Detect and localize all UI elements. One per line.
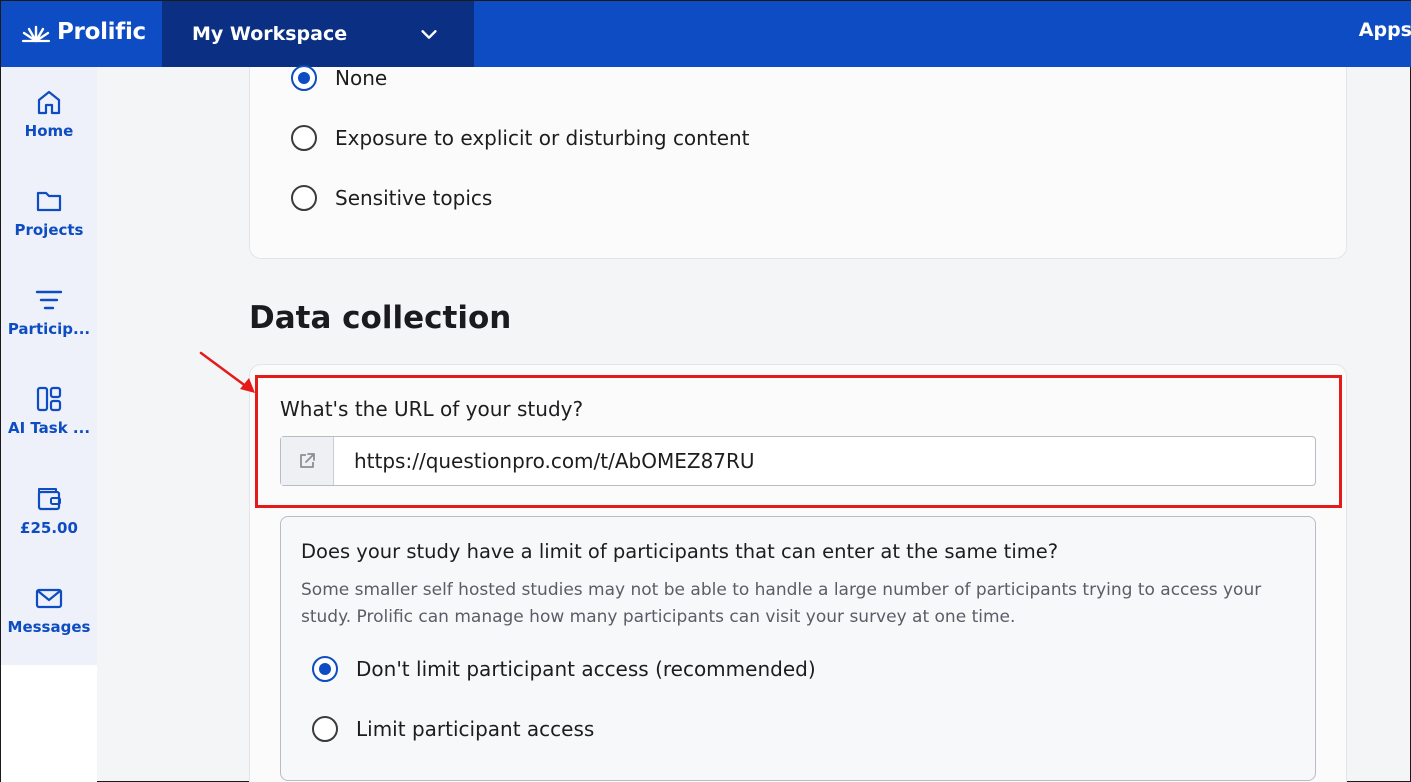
sidebar-item-balance[interactable]: £25.00 <box>1 484 97 574</box>
home-icon <box>37 90 61 115</box>
logo-text: Prolific <box>57 19 146 45</box>
sidebar-item-label: Particip... <box>7 320 91 338</box>
radio-button[interactable] <box>291 125 317 151</box>
prolific-logo[interactable]: Prolific <box>21 17 146 47</box>
apps-menu[interactable]: Apps <box>1359 19 1411 41</box>
workspace-label: My Workspace <box>192 23 348 45</box>
prolific-logo-icon <box>21 25 51 43</box>
sidebar-item-label: AI Task ... <box>7 419 91 437</box>
participant-limit-question: Does your study have a limit of particip… <box>301 540 1059 563</box>
radio-label: None <box>335 66 388 90</box>
layout-icon <box>36 386 62 412</box>
chevron-down-icon <box>421 30 437 39</box>
study-url-label: What's the URL of your study? <box>280 397 584 421</box>
workspace-selector[interactable]: My Workspace <box>162 1 474 67</box>
sidebar-item-participants[interactable]: Particip... <box>1 285 97 375</box>
sidebar-item-label: Projects <box>14 221 84 239</box>
sidebar-item-label: Messages <box>7 618 91 636</box>
sidebar-item-messages[interactable]: Messages <box>1 583 97 673</box>
radio-label: Sensitive topics <box>335 186 493 210</box>
radio-label: Don't limit participant access (recommen… <box>356 657 816 681</box>
sidebar-item-home[interactable]: Home <box>1 87 97 177</box>
content-warning-card <box>249 67 1347 259</box>
folder-icon <box>36 191 62 212</box>
annotation-arrow-icon <box>199 351 255 393</box>
sidebar-item-projects[interactable]: Projects <box>1 186 97 276</box>
wallet-icon <box>37 488 61 511</box>
sidebar-empty-area <box>1 665 97 782</box>
radio-option-no-limit[interactable]: Don't limit participant access (recommen… <box>312 656 816 682</box>
radio-option-explicit-content[interactable]: Exposure to explicit or disturbing conte… <box>291 125 750 151</box>
radio-option-limit[interactable]: Limit participant access <box>312 716 594 742</box>
radio-label: Limit participant access <box>356 717 595 741</box>
filter-icon <box>35 290 63 310</box>
sidebar-item-label: £25.00 <box>20 519 78 537</box>
top-bar: Prolific My Workspace Apps <box>1 1 1411 67</box>
sidebar-item-label: Home <box>24 122 74 140</box>
external-link-icon <box>300 453 315 468</box>
sidebar-item-ai-task[interactable]: AI Task ... <box>1 384 97 474</box>
study-url-field <box>280 436 1316 486</box>
participant-limit-description: Some smaller self hosted studies may not… <box>301 580 1262 627</box>
radio-option-sensitive-topics[interactable]: Sensitive topics <box>291 185 492 211</box>
radio-option-none[interactable]: None <box>291 65 387 91</box>
mail-icon <box>35 588 63 609</box>
section-title-data-collection: Data collection <box>249 300 512 336</box>
radio-button[interactable] <box>312 716 338 742</box>
study-url-input[interactable] <box>334 437 1315 485</box>
open-link-button[interactable] <box>281 437 334 485</box>
sidebar: Home Projects Particip... AI Task ... £2… <box>1 67 97 665</box>
radio-button-checked[interactable] <box>291 65 317 91</box>
radio-button-checked[interactable] <box>312 656 338 682</box>
radio-button[interactable] <box>291 185 317 211</box>
radio-label: Exposure to explicit or disturbing conte… <box>335 126 750 150</box>
